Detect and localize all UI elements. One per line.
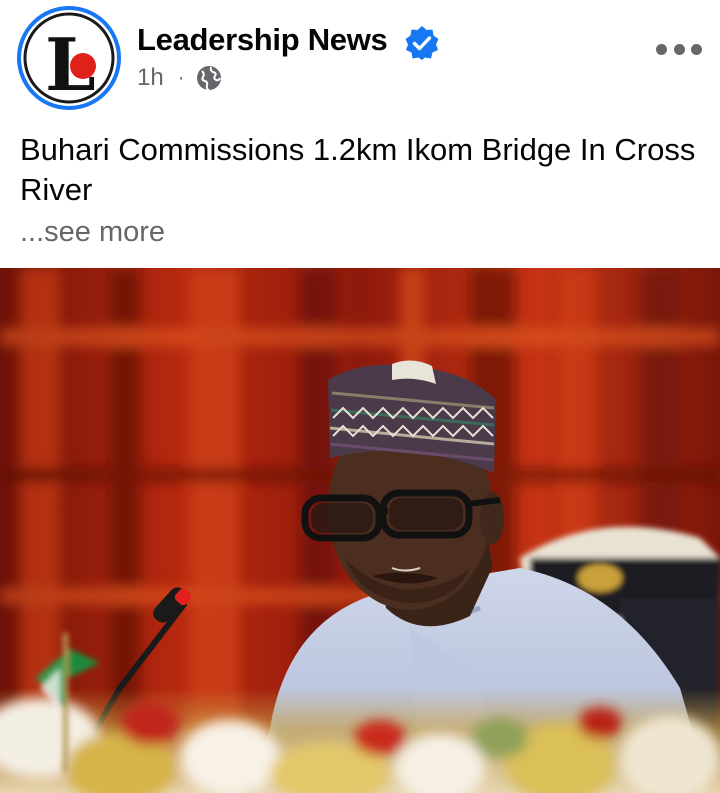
- more-dot: [656, 43, 667, 55]
- verified-badge-icon: [405, 26, 439, 60]
- leadership-logo-icon: L: [23, 12, 115, 106]
- more-dot: [691, 43, 702, 55]
- post-time[interactable]: 1h: [137, 64, 164, 92]
- post-text: Buhari Commissions 1.2km Ikom Bridge In …: [20, 132, 696, 207]
- more-options-button[interactable]: [656, 38, 702, 60]
- post-photo[interactable]: [0, 268, 720, 793]
- meta-separator: ·: [177, 66, 185, 89]
- post-header: L Leadership News 1h ·: [0, 0, 720, 118]
- globe-icon: [197, 66, 222, 91]
- more-dot: [673, 43, 685, 55]
- see-more-link[interactable]: ...see more: [20, 214, 165, 250]
- page-avatar[interactable]: L: [17, 6, 121, 110]
- post-meta: 1h ·: [137, 63, 222, 93]
- page-name[interactable]: Leadership News: [137, 22, 388, 58]
